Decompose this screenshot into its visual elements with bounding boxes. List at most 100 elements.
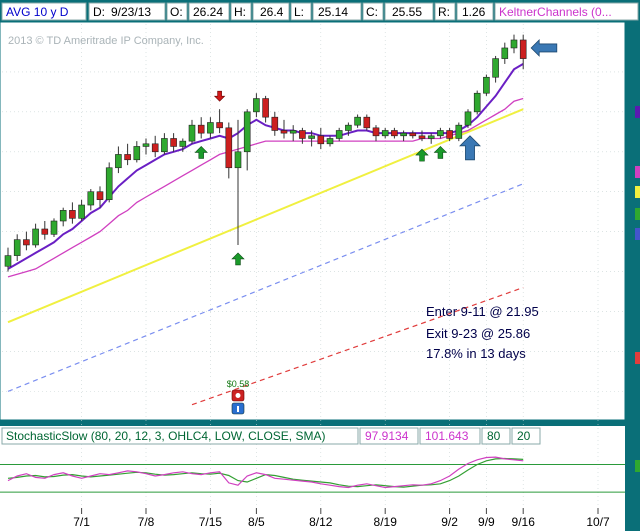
dividend-label: $0.58 [227, 379, 250, 389]
candle-up [501, 47, 509, 59]
date-value: 9/23/13 [111, 5, 151, 19]
candle-up [335, 130, 343, 139]
candle-up [253, 98, 260, 113]
candle-down [363, 116, 371, 129]
candle-up [13, 239, 21, 256]
x-tick-label: 9/2 [441, 515, 458, 529]
candle-down [23, 239, 30, 246]
open-label: O: [170, 5, 183, 19]
stoch-d-value: 101.643 [425, 429, 469, 443]
right-axis-price-tag [635, 106, 640, 118]
candle-up [87, 191, 95, 206]
candle-up [483, 76, 490, 94]
candle-down [151, 143, 159, 153]
chart-svg: $0.58 AVG 10 y D D: 9/23/13 O: 26.24 H: … [0, 0, 640, 531]
candle-down [124, 154, 131, 161]
stoch-lower: 20 [517, 429, 531, 443]
stoch-k-value: 97.9134 [365, 429, 409, 443]
candle-up [207, 122, 214, 134]
x-tick-label: 7/1 [73, 515, 90, 529]
candle-up [115, 154, 122, 169]
candle-down [446, 130, 453, 139]
candle-down [317, 135, 325, 145]
price-panel [0, 21, 626, 421]
candle-up [105, 167, 113, 201]
low-label: L: [294, 5, 304, 19]
candle-up [473, 92, 481, 113]
x-tick-label: 9/16 [512, 515, 536, 529]
candle-up [464, 111, 472, 126]
candle-down [519, 39, 527, 59]
low-value: 25.14 [318, 5, 348, 19]
phone-icon-dial [235, 393, 241, 398]
annotation-return: 17.8% in 13 days [426, 346, 526, 361]
candle-up [59, 210, 67, 222]
candle-down [391, 130, 398, 137]
x-tick-label: 9/9 [478, 515, 495, 529]
annotation-exit: Exit 9-23 @ 25.86 [426, 326, 530, 341]
range-value: 1.26 [462, 5, 486, 19]
candle-up [308, 135, 315, 139]
candle-up [326, 138, 334, 145]
candle-down [271, 116, 279, 131]
copyright-watermark: 2013 © TD Ameritrade IP Company, Inc. [8, 35, 204, 47]
right-axis-price-tag [635, 460, 640, 472]
candle-up [142, 143, 150, 147]
range-label: R: [438, 5, 450, 19]
candle-down [216, 122, 223, 129]
candle-up [354, 116, 361, 126]
candle-up [381, 130, 389, 137]
x-tick-label: 8/12 [309, 515, 333, 529]
candle-up [161, 138, 168, 153]
right-axis-strip [625, 22, 640, 531]
chart-window: $0.58 AVG 10 y D D: 9/23/13 O: 26.24 H: … [0, 0, 640, 531]
candle-up [400, 132, 407, 137]
stoch-upper: 80 [487, 429, 501, 443]
close-label: C: [366, 5, 378, 19]
candle-down [299, 130, 306, 139]
right-axis-price-tag [635, 166, 640, 178]
candle-up [50, 220, 58, 235]
candle-down [280, 130, 288, 134]
candle-up [243, 111, 251, 153]
candle-up [32, 228, 39, 246]
x-tick-label: 8/5 [248, 515, 265, 529]
candle-up [437, 130, 444, 137]
candle-up [455, 124, 463, 139]
candle-up [4, 255, 12, 267]
candle-up [289, 130, 297, 134]
x-tick-label: 7/15 [199, 515, 223, 529]
info-icon-glyph [237, 406, 239, 412]
candle-down [69, 210, 76, 219]
candle-down [418, 135, 426, 139]
x-tick-label: 8/19 [374, 515, 398, 529]
candle-up [345, 124, 352, 131]
candle-down [96, 191, 104, 201]
stoch-label: StochasticSlow (80, 20, 12, 3, OHLC4, LO… [6, 429, 325, 443]
study-label: KeltnerChannels (0... [499, 5, 612, 19]
candle-up [188, 124, 196, 142]
candle-down [41, 228, 49, 235]
header-cells: AVG 10 y D D: 9/23/13 O: 26.24 H: 26.4 L… [1, 2, 639, 21]
annotation-enter: Enter 9-11 @ 21.95 [426, 304, 539, 319]
date-label: D: [93, 5, 105, 19]
high-label: H: [234, 5, 246, 19]
candle-down [170, 138, 177, 147]
right-axis-price-tag [635, 208, 640, 220]
right-axis-price-tag [635, 186, 640, 198]
candle-up [510, 39, 518, 49]
candle-up [179, 140, 187, 147]
candle-up [427, 135, 435, 139]
x-tick-label: 10/7 [586, 515, 610, 529]
open-value: 26.24 [193, 5, 223, 19]
candle-down [409, 132, 417, 137]
candle-up [133, 146, 141, 161]
right-axis-price-tag [635, 228, 640, 240]
high-value: 26.4 [260, 5, 284, 19]
candle-up [78, 204, 85, 219]
candle-down [262, 98, 269, 118]
candle-down [372, 127, 380, 137]
right-axis-price-tag [635, 352, 640, 364]
close-value: 25.55 [392, 5, 422, 19]
candle-down [197, 124, 205, 134]
